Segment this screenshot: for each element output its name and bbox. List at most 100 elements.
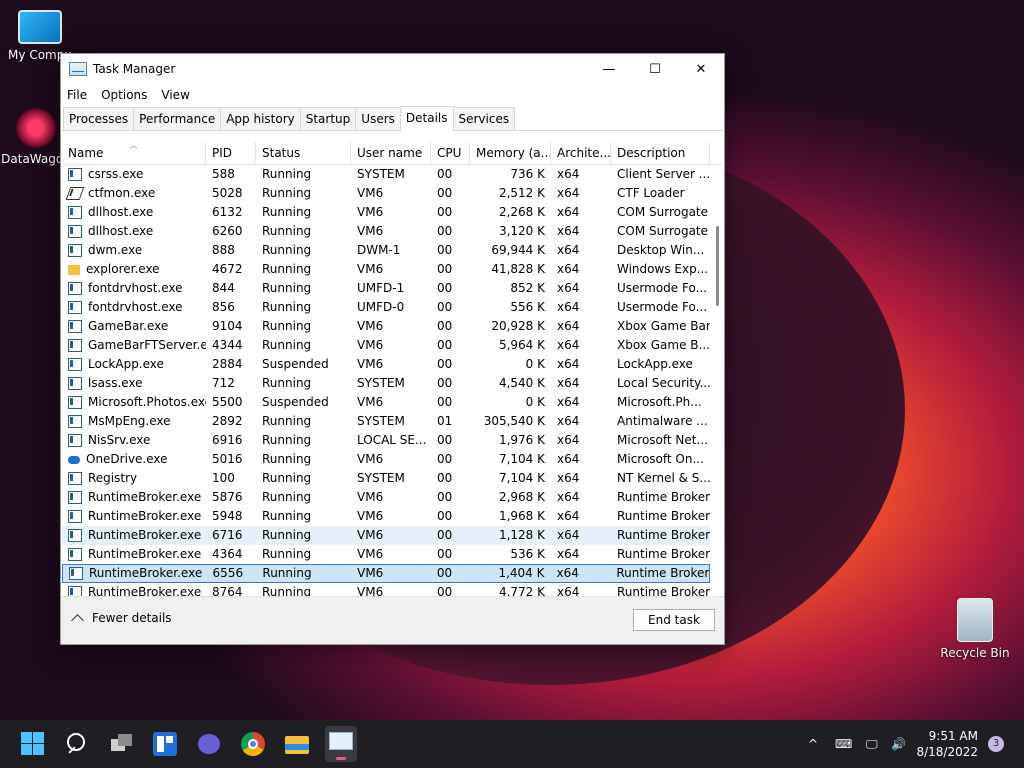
column-header-memory[interactable]: Memory (a... — [470, 142, 551, 164]
tab-app-history[interactable]: App history — [220, 107, 301, 130]
notification-badge[interactable]: 3 — [988, 736, 1004, 752]
cell-memory: 4,772 K — [498, 585, 545, 596]
end-task-button[interactable]: End task — [633, 609, 715, 631]
column-header-architecture[interactable]: Archite... — [551, 142, 611, 164]
table-row[interactable]: fontdrvhost.exe 856 Running UMFD-0 00 556 K x6… — [62, 298, 710, 317]
table-row[interactable]: RuntimeBroker.exe 8764 Running VM6 00 4,772 K… — [62, 583, 710, 596]
table-row[interactable]: RuntimeBroker.exe 6556 Running VM6 00 1,404 K… — [62, 564, 710, 583]
search-icon[interactable] — [63, 730, 91, 758]
onedrive-cloud-icon — [68, 455, 80, 464]
table-row[interactable]: Microsoft.Photos.exe 5500 Suspended VM6 00 0 … — [62, 393, 710, 412]
cell-description: Xbox Game B... — [617, 338, 710, 352]
cell-description: Windows Exp... — [617, 262, 709, 276]
tab-startup[interactable]: Startup — [299, 107, 357, 130]
tab-users[interactable]: Users — [355, 107, 401, 130]
cell-pid: 9104 — [212, 319, 243, 333]
title-bar[interactable]: Task Manager — ☐ ✕ — [61, 54, 724, 84]
table-row[interactable]: dllhost.exe 6132 Running VM6 00 2,268 K x64 COM… — [62, 203, 710, 222]
cell-pid: 5948 — [212, 509, 243, 523]
cell-user-name: VM6 — [357, 357, 384, 371]
datawagon-logo-icon — [14, 108, 58, 148]
table-row[interactable]: LockApp.exe 2884 Suspended VM6 00 0 K x64 LockA… — [62, 355, 710, 374]
table-row[interactable]: NisSrv.exe 6916 Running LOCAL SE... 00 1,976 … — [62, 431, 710, 450]
column-header-user-name[interactable]: User name — [351, 142, 431, 164]
cell-process-name: NisSrv.exe — [62, 431, 206, 450]
cell-status: Suspended — [262, 395, 329, 409]
scrollbar-thumb[interactable] — [716, 226, 719, 306]
process-icon — [68, 396, 82, 409]
table-row[interactable]: MsMpEng.exe 2892 Running SYSTEM 01 305,540 K x… — [62, 412, 710, 431]
tab-details[interactable]: Details — [399, 106, 454, 131]
cell-process-name: csrss.exe — [62, 165, 206, 184]
tab-services[interactable]: Services — [452, 107, 516, 130]
cell-memory: 2,968 K — [498, 490, 545, 504]
table-row[interactable]: explorer.exe 4672 Running VM6 00 41,828 K x64 W… — [62, 260, 710, 279]
column-header-status[interactable]: Status — [256, 142, 351, 164]
process-icon — [68, 434, 82, 447]
cell-cpu: 00 — [437, 262, 453, 276]
keyboard-icon[interactable]: ⌨ — [835, 720, 852, 768]
table-row[interactable]: RuntimeBroker.exe 5876 Running VM6 00 2,968 K… — [62, 488, 710, 507]
system-clock[interactable]: 9:51 AM 8/18/2022 — [916, 728, 978, 760]
cell-memory: 69,944 K — [491, 243, 545, 257]
cell-status: Running — [262, 433, 312, 447]
cell-process-name: RuntimeBroker.exe — [62, 488, 206, 507]
cell-process-name: RuntimeBroker.exe — [63, 564, 207, 583]
table-row[interactable]: Registry 100 Running SYSTEM 00 7,104 K x64 NT K… — [62, 469, 710, 488]
column-header-pid[interactable]: PID — [206, 142, 256, 164]
cell-memory: 3,120 K — [498, 224, 545, 238]
cell-description: Runtime Broker — [616, 566, 709, 580]
maximize-button[interactable]: ☐ — [632, 54, 678, 84]
task-view-icon[interactable] — [107, 730, 135, 758]
tab-processes[interactable]: Processes — [63, 107, 135, 130]
cell-cpu: 00 — [437, 585, 453, 596]
table-row[interactable]: OneDrive.exe 5016 Running VM6 00 7,104 K x64 Mi… — [62, 450, 710, 469]
cell-description: Microsoft Net... — [617, 433, 708, 447]
table-row[interactable]: dwm.exe 888 Running DWM-1 00 69,944 K x64 Deskt… — [62, 241, 710, 260]
column-header-cpu[interactable]: CPU — [431, 142, 470, 164]
clock-time: 9:51 AM — [928, 729, 978, 743]
cell-process-name: RuntimeBroker.exe — [62, 526, 206, 545]
cell-process-name: dllhost.exe — [62, 203, 206, 222]
table-row[interactable]: fontdrvhost.exe 844 Running UMFD-1 00 852 K x6… — [62, 279, 710, 298]
task-manager-window[interactable]: Task Manager — ☐ ✕ File Options View Pro… — [60, 53, 725, 645]
cell-cpu: 00 — [437, 357, 453, 371]
table-row[interactable]: GameBarFTServer.exe 4344 Running VM6 00 5,964… — [62, 336, 710, 355]
chat-icon[interactable] — [195, 730, 223, 758]
network-icon[interactable]: 🖵 — [866, 720, 878, 768]
cell-description: Xbox Game Bar — [617, 319, 710, 333]
table-row[interactable]: csrss.exe 588 Running SYSTEM 00 736 K x64 Clien… — [62, 165, 710, 184]
task-manager-icon[interactable] — [325, 726, 357, 762]
cell-pid: 6916 — [212, 433, 243, 447]
start-icon[interactable] — [19, 730, 47, 758]
minimize-button[interactable]: — — [586, 54, 632, 84]
table-row[interactable]: lsass.exe 712 Running SYSTEM 00 4,540 K x64 Loc… — [62, 374, 710, 393]
cell-pid: 5876 — [212, 490, 243, 504]
widgets-icon[interactable] — [151, 730, 179, 758]
details-table: ︿ Name PID Status User name CPU Memory (… — [62, 142, 722, 596]
close-button[interactable]: ✕ — [678, 54, 724, 84]
cell-architecture: x64 — [557, 300, 580, 314]
fewer-details-link[interactable]: Fewer details — [71, 611, 172, 627]
cell-description: Desktop Win... — [617, 243, 705, 257]
tab-performance[interactable]: Performance — [133, 107, 222, 130]
menu-options[interactable]: Options — [101, 88, 147, 102]
chrome-icon[interactable] — [239, 730, 267, 758]
vertical-scrollbar[interactable] — [713, 170, 723, 596]
menu-view[interactable]: View — [161, 88, 189, 102]
cell-user-name: VM6 — [357, 205, 384, 219]
cell-user-name: UMFD-1 — [357, 281, 405, 295]
show-hidden-icons-button[interactable]: ^ — [808, 720, 818, 768]
table-row[interactable]: dllhost.exe 6260 Running VM6 00 3,120 K x64 COM… — [62, 222, 710, 241]
table-row[interactable]: RuntimeBroker.exe 5948 Running VM6 00 1,968 K… — [62, 507, 710, 526]
column-header-description[interactable]: Description — [611, 142, 710, 164]
desktop-icon-recycle-bin[interactable]: Recycle Bin — [935, 598, 1015, 660]
table-row[interactable]: RuntimeBroker.exe 4364 Running VM6 00 536 K x6… — [62, 545, 710, 564]
table-row[interactable]: RuntimeBroker.exe 6716 Running VM6 00 1,128 K… — [62, 526, 710, 545]
volume-icon[interactable]: 🔊 — [891, 720, 906, 768]
table-row[interactable]: GameBar.exe 9104 Running VM6 00 20,928 K x64 Xb… — [62, 317, 710, 336]
menu-file[interactable]: File — [67, 88, 87, 102]
cell-cpu: 00 — [437, 509, 453, 523]
file-explorer-icon[interactable] — [283, 730, 311, 758]
table-row[interactable]: ctfmon.exe 5028 Running VM6 00 2,512 K x64 CTF … — [62, 184, 710, 203]
